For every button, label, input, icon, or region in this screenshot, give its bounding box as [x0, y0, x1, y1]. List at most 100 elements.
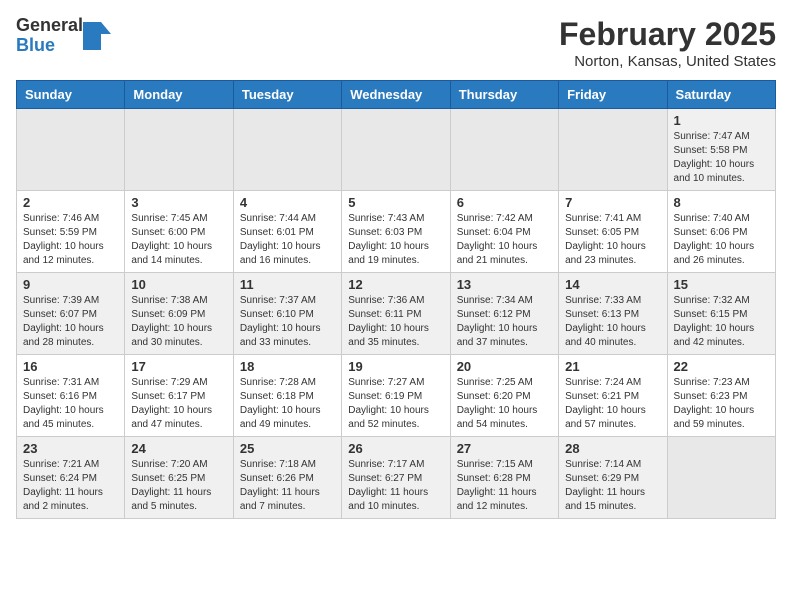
day-cell: 6 Sunrise: 7:42 AM Sunset: 6:04 PM Daylig… [450, 191, 558, 273]
day-number: 12 [348, 277, 443, 292]
logo-general: General [16, 16, 83, 36]
day-info: Sunrise: 7:23 AM Sunset: 6:23 PM Dayligh… [674, 376, 769, 432]
day-cell: 5Sunrise: 7:43 AM Sunset: 6:03 PM Daylig… [342, 191, 450, 273]
day-info: Sunrise: 7:40 AM Sunset: 6:06 PM Dayligh… [674, 212, 769, 268]
logo: General Blue [16, 16, 111, 56]
day-header-tuesday: Tuesday [233, 81, 341, 109]
day-info: Sunrise: 7:41 AM Sunset: 6:05 PM Dayligh… [565, 212, 660, 268]
day-cell: 10 Sunrise: 7:38 AM Sunset: 6:09 PM Dayli… [125, 273, 233, 355]
day-number: 26 [348, 441, 443, 456]
day-number: 13 [457, 277, 552, 292]
day-cell: 8 Sunrise: 7:40 AM Sunset: 6:06 PM Daylig… [667, 191, 775, 273]
day-cell: 26 Sunrise: 7:17 AM Sunset: 6:27 PM Dayli… [342, 437, 450, 519]
day-number: 24 [131, 441, 226, 456]
days-header-row: SundayMondayTuesdayWednesdayThursdayFrid… [17, 81, 776, 109]
day-info: Sunrise: 7:44 AM Sunset: 6:01 PM Dayligh… [240, 212, 335, 268]
day-header-thursday: Thursday [450, 81, 558, 109]
day-number: 21 [565, 359, 660, 374]
day-cell: 16Sunrise: 7:31 AM Sunset: 6:16 PM Dayli… [17, 355, 125, 437]
day-cell: 20 Sunrise: 7:25 AM Sunset: 6:20 PM Dayli… [450, 355, 558, 437]
calendar: SundayMondayTuesdayWednesdayThursdayFrid… [16, 80, 776, 519]
day-cell [233, 109, 341, 191]
day-info: Sunrise: 7:33 AM Sunset: 6:13 PM Dayligh… [565, 294, 660, 350]
day-cell: 4Sunrise: 7:44 AM Sunset: 6:01 PM Daylig… [233, 191, 341, 273]
day-header-saturday: Saturday [667, 81, 775, 109]
day-cell: 25 Sunrise: 7:18 AM Sunset: 6:26 PM Dayli… [233, 437, 341, 519]
day-info: Sunrise: 7:25 AM Sunset: 6:20 PM Dayligh… [457, 376, 552, 432]
day-cell [17, 109, 125, 191]
day-cell: 24 Sunrise: 7:20 AM Sunset: 6:25 PM Dayli… [125, 437, 233, 519]
day-number: 7 [565, 195, 660, 210]
day-info: Sunrise: 7:21 AM Sunset: 6:24 PM Dayligh… [23, 458, 118, 514]
day-cell [342, 109, 450, 191]
week-row-5: 23 Sunrise: 7:21 AM Sunset: 6:24 PM Dayli… [17, 437, 776, 519]
day-header-friday: Friday [559, 81, 667, 109]
day-number: 6 [457, 195, 552, 210]
day-info: Sunrise: 7:17 AM Sunset: 6:27 PM Dayligh… [348, 458, 443, 514]
day-number: 17 [131, 359, 226, 374]
day-number: 23 [23, 441, 118, 456]
day-cell: 22 Sunrise: 7:23 AM Sunset: 6:23 PM Dayli… [667, 355, 775, 437]
day-number: 9 [23, 277, 118, 292]
day-number: 11 [240, 277, 335, 292]
day-info: Sunrise: 7:46 AM Sunset: 5:59 PM Dayligh… [23, 212, 118, 268]
day-cell: 15 Sunrise: 7:32 AM Sunset: 6:15 PM Dayli… [667, 273, 775, 355]
day-header-sunday: Sunday [17, 81, 125, 109]
day-info: Sunrise: 7:29 AM Sunset: 6:17 PM Dayligh… [131, 376, 226, 432]
day-cell: 17 Sunrise: 7:29 AM Sunset: 6:17 PM Dayli… [125, 355, 233, 437]
day-info: Sunrise: 7:38 AM Sunset: 6:09 PM Dayligh… [131, 294, 226, 350]
day-cell [559, 109, 667, 191]
logo-blue: Blue [16, 36, 83, 56]
logo-icon [83, 22, 111, 50]
day-info: Sunrise: 7:32 AM Sunset: 6:15 PM Dayligh… [674, 294, 769, 350]
title-area: February 2025 Norton, Kansas, United Sta… [559, 16, 776, 70]
day-info: Sunrise: 7:20 AM Sunset: 6:25 PM Dayligh… [131, 458, 226, 514]
day-number: 28 [565, 441, 660, 456]
day-number: 18 [240, 359, 335, 374]
day-cell: 14 Sunrise: 7:33 AM Sunset: 6:13 PM Dayli… [559, 273, 667, 355]
day-info: Sunrise: 7:24 AM Sunset: 6:21 PM Dayligh… [565, 376, 660, 432]
day-number: 20 [457, 359, 552, 374]
day-number: 15 [674, 277, 769, 292]
day-info: Sunrise: 7:36 AM Sunset: 6:11 PM Dayligh… [348, 294, 443, 350]
day-number: 25 [240, 441, 335, 456]
logo-text: General Blue [16, 16, 83, 56]
day-cell: 13Sunrise: 7:34 AM Sunset: 6:12 PM Dayli… [450, 273, 558, 355]
day-cell [667, 437, 775, 519]
day-number: 2 [23, 195, 118, 210]
week-row-4: 16Sunrise: 7:31 AM Sunset: 6:16 PM Dayli… [17, 355, 776, 437]
day-cell: 11 Sunrise: 7:37 AM Sunset: 6:10 PM Dayli… [233, 273, 341, 355]
day-info: Sunrise: 7:39 AM Sunset: 6:07 PM Dayligh… [23, 294, 118, 350]
day-number: 8 [674, 195, 769, 210]
location: Norton, Kansas, United States [559, 53, 776, 70]
day-cell: 7 Sunrise: 7:41 AM Sunset: 6:05 PM Daylig… [559, 191, 667, 273]
day-number: 22 [674, 359, 769, 374]
day-number: 1 [674, 113, 769, 128]
day-info: Sunrise: 7:37 AM Sunset: 6:10 PM Dayligh… [240, 294, 335, 350]
day-info: Sunrise: 7:27 AM Sunset: 6:19 PM Dayligh… [348, 376, 443, 432]
day-cell: 27 Sunrise: 7:15 AM Sunset: 6:28 PM Dayli… [450, 437, 558, 519]
week-row-3: 9 Sunrise: 7:39 AM Sunset: 6:07 PM Daylig… [17, 273, 776, 355]
day-info: Sunrise: 7:14 AM Sunset: 6:29 PM Dayligh… [565, 458, 660, 514]
month-title: February 2025 [559, 16, 776, 53]
day-info: Sunrise: 7:47 AM Sunset: 5:58 PM Dayligh… [674, 130, 769, 186]
day-cell: 1 Sunrise: 7:47 AM Sunset: 5:58 PM Daylig… [667, 109, 775, 191]
day-cell: 21 Sunrise: 7:24 AM Sunset: 6:21 PM Dayli… [559, 355, 667, 437]
day-number: 10 [131, 277, 226, 292]
day-info: Sunrise: 7:42 AM Sunset: 6:04 PM Dayligh… [457, 212, 552, 268]
day-cell: 3Sunrise: 7:45 AM Sunset: 6:00 PM Daylig… [125, 191, 233, 273]
day-cell: 28 Sunrise: 7:14 AM Sunset: 6:29 PM Dayli… [559, 437, 667, 519]
page-header: General Blue February 2025 Norton, Kansa… [16, 16, 776, 70]
day-cell: 23 Sunrise: 7:21 AM Sunset: 6:24 PM Dayli… [17, 437, 125, 519]
week-row-1: 1 Sunrise: 7:47 AM Sunset: 5:58 PM Daylig… [17, 109, 776, 191]
day-number: 19 [348, 359, 443, 374]
day-info: Sunrise: 7:18 AM Sunset: 6:26 PM Dayligh… [240, 458, 335, 514]
day-header-wednesday: Wednesday [342, 81, 450, 109]
day-cell: 12 Sunrise: 7:36 AM Sunset: 6:11 PM Dayli… [342, 273, 450, 355]
day-number: 14 [565, 277, 660, 292]
day-info: Sunrise: 7:45 AM Sunset: 6:00 PM Dayligh… [131, 212, 226, 268]
day-number: 27 [457, 441, 552, 456]
day-cell: 2 Sunrise: 7:46 AM Sunset: 5:59 PM Daylig… [17, 191, 125, 273]
day-header-monday: Monday [125, 81, 233, 109]
day-info: Sunrise: 7:15 AM Sunset: 6:28 PM Dayligh… [457, 458, 552, 514]
